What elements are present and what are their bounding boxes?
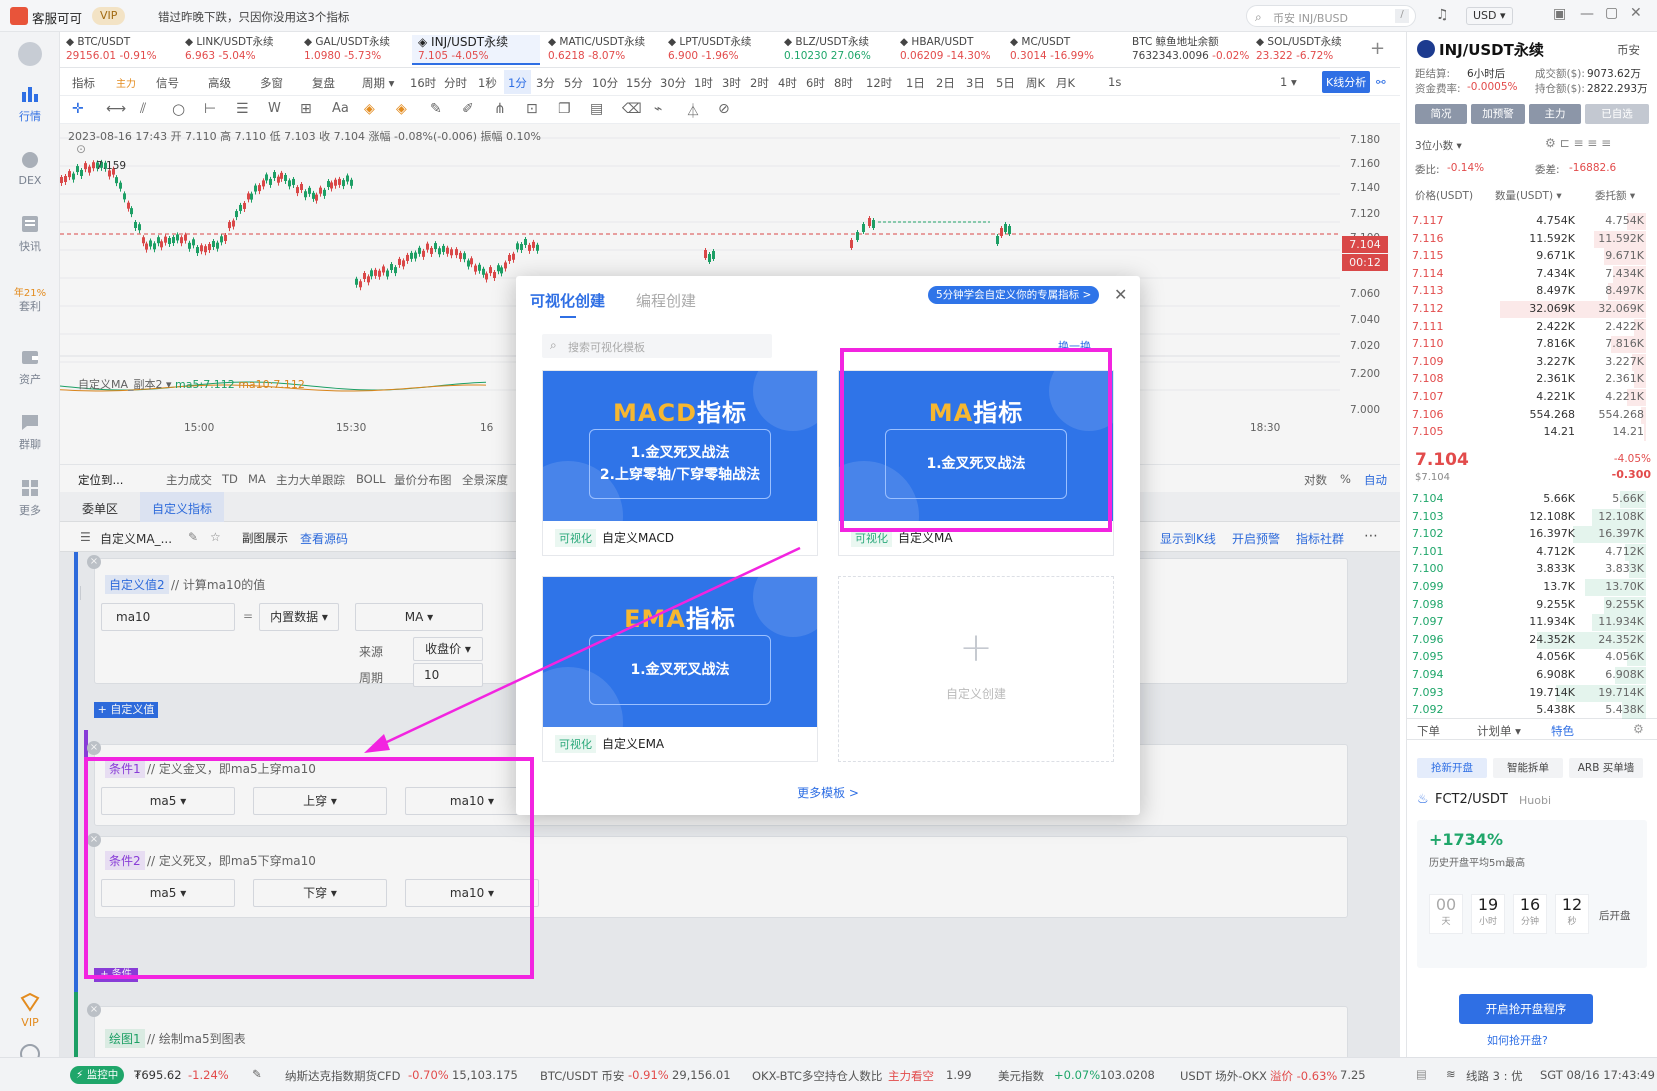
annotation-arrow xyxy=(364,546,801,753)
